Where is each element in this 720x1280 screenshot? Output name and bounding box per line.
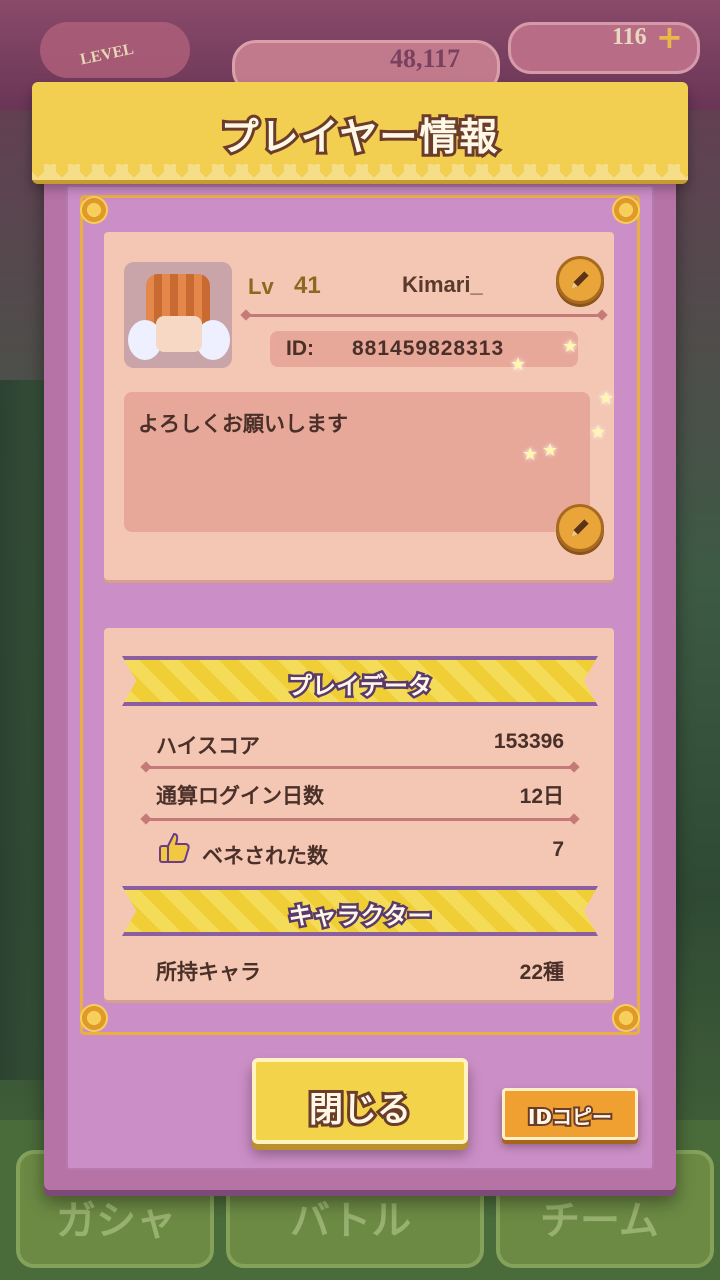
player-id-label: ID: — [286, 337, 314, 360]
thumbs-up-icon — [159, 832, 190, 863]
character-heading: キャラクター — [286, 900, 434, 933]
pencil-icon — [571, 271, 589, 289]
player-comment: よろしくお願いします — [138, 412, 348, 436]
player-id-value: 881459828313 — [352, 337, 505, 360]
player-avatar — [124, 262, 232, 368]
tab-team-label: チーム — [540, 1198, 659, 1244]
play-data-heading: プレイデータ — [286, 670, 435, 703]
stat-value-bene-count: 7 — [552, 838, 564, 861]
avatar-face — [156, 316, 202, 352]
stat-value-high-score: 153396 — [493, 730, 564, 753]
dialog-header-banner: プレイヤー情報 — [32, 82, 688, 180]
divider — [246, 314, 602, 317]
add-gems-icon: + — [656, 18, 683, 56]
corner-ornament-icon — [612, 196, 640, 224]
copy-id-button-label[interactable]: IDコピー — [502, 1101, 638, 1131]
stat-label-bene-count: ベネされた数 — [202, 844, 328, 868]
sparkle-icon: ★ — [510, 354, 527, 375]
sparkle-icon: ★ — [562, 336, 579, 357]
player-name: Kimari_ — [402, 272, 483, 297]
pencil-icon — [571, 519, 589, 537]
divider — [146, 818, 574, 821]
sparkle-icon: ★ — [598, 388, 615, 409]
corner-ornament-icon — [80, 1004, 108, 1032]
stat-label-owned-characters: 所持キャラ — [156, 960, 261, 984]
sparkle-icon: ★ — [542, 440, 559, 461]
stat-label-high-score: ハイスコア — [156, 734, 260, 758]
divider — [146, 766, 574, 769]
edit-comment-button[interactable] — [556, 504, 604, 552]
close-button-label[interactable]: 閉じる — [252, 1082, 468, 1133]
gem-value: 116 — [612, 24, 647, 50]
stat-value-login-days: 12日 — [519, 785, 564, 808]
level-value: 41 — [294, 272, 321, 299]
sparkle-icon: ★ — [590, 422, 607, 443]
dialog-title: プレイヤー情報 — [218, 112, 501, 162]
stat-label-login-days: 通算ログイン日数 — [156, 784, 324, 808]
corner-ornament-icon — [612, 1004, 640, 1032]
sparkle-icon: ★ — [522, 444, 539, 465]
banner-zigzag — [32, 164, 688, 180]
tab-gacha-label: ガシャ — [56, 1198, 176, 1244]
edit-name-button[interactable] — [556, 256, 604, 304]
score-value: 48,117 — [390, 44, 461, 73]
tab-battle-label: バトル — [290, 1198, 412, 1244]
corner-ornament-icon — [80, 196, 108, 224]
stat-value-owned-characters: 22種 — [519, 961, 564, 984]
level-label: Lv — [248, 274, 274, 299]
